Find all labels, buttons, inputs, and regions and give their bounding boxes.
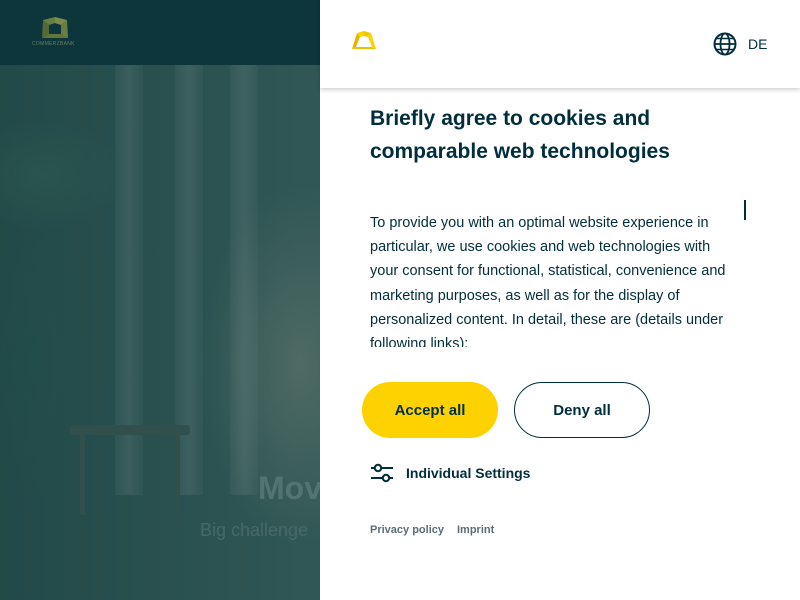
globe-icon xyxy=(713,32,737,56)
sliders-icon xyxy=(371,463,393,483)
imprint-link[interactable]: Imprint xyxy=(457,524,494,536)
privacy-policy-link[interactable]: Privacy policy xyxy=(370,524,444,536)
commerzbank-ribbon-icon xyxy=(352,31,376,49)
consent-title: Briefly agree to cookies and comparable … xyxy=(370,107,670,163)
panel-header: DE xyxy=(320,0,800,88)
deny-all-button[interactable]: Deny all xyxy=(514,382,650,438)
individual-settings-label: Individual Settings xyxy=(406,465,531,481)
consent-body-text: To provide you with an optimal website e… xyxy=(370,215,726,347)
individual-settings-link[interactable]: Individual Settings xyxy=(370,462,530,484)
footer-links: Privacy policy Imprint xyxy=(370,524,494,536)
accept-all-button[interactable]: Accept all xyxy=(362,382,498,438)
language-switcher[interactable]: DE xyxy=(712,31,767,57)
language-label: DE xyxy=(748,36,768,52)
scrollbar-thumb[interactable] xyxy=(744,200,746,220)
consent-body-scroll-area[interactable]: To provide you with an optimal website e… xyxy=(370,211,742,347)
cookie-consent-panel: DE Briefly agree to cookies and comparab… xyxy=(320,0,800,600)
